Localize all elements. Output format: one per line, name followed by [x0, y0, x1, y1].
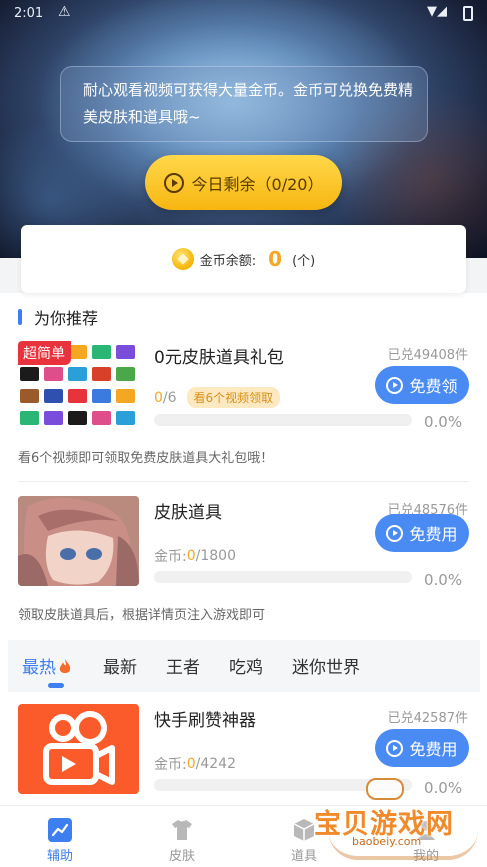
- progress-bar: [154, 571, 412, 583]
- play-icon: [386, 739, 404, 757]
- app-tile: [44, 389, 63, 403]
- anime-character-image: [18, 496, 139, 586]
- divider: [18, 481, 469, 482]
- warning-icon: ⚠: [58, 4, 71, 20]
- watch-video-label: 今日剩余（0/20）: [191, 174, 324, 194]
- hero-banner: 2:01 ⚠ ▼◢ 耐心观看视频可获得大量金币。金币可兑换免费精美皮肤和道具哦~…: [0, 0, 487, 258]
- item-description: 领取皮肤道具后，根据详情页注入游戏即可: [18, 608, 266, 623]
- nav-mine[interactable]: 我的: [386, 814, 466, 864]
- nav-skin-label: 皮肤: [168, 849, 195, 864]
- active-tab-indicator: [48, 683, 64, 688]
- tab-mini-world[interactable]: 迷你世界: [292, 653, 360, 678]
- cube-icon: [292, 818, 316, 842]
- progress-meta: 0 /6 看6个视频领取: [154, 387, 281, 408]
- app-tile: [20, 411, 39, 425]
- claim-free-button[interactable]: 免费领: [375, 366, 469, 404]
- app-tile: [92, 389, 111, 403]
- user-icon: [414, 818, 438, 842]
- gift-pack-thumbnail: 超简单: [18, 341, 139, 431]
- progress-percent: 0.0%: [424, 413, 463, 431]
- tab-honor-of-kings[interactable]: 王者: [166, 653, 200, 678]
- app-tile: [20, 367, 39, 381]
- app-tile: [92, 367, 111, 381]
- item-description: 看6个视频即可领取免费皮肤道具大礼包哦！: [18, 451, 274, 466]
- section-title: 为你推荐: [18, 305, 98, 329]
- app-tile: [20, 389, 39, 403]
- use-free-button[interactable]: 免费用: [375, 729, 469, 767]
- chart-icon: [48, 818, 72, 842]
- app-tile: [44, 367, 63, 381]
- progress-percent: 0.0%: [424, 571, 463, 589]
- redeemed-count: 已兑42587件: [387, 711, 468, 726]
- use-free-label: 免费用: [409, 525, 458, 544]
- balance-amount: 0: [268, 247, 283, 271]
- item-title: 0元皮肤道具礼包: [154, 348, 284, 368]
- app-tile: [92, 411, 111, 425]
- kuaishou-thumbnail: [18, 704, 139, 794]
- item-title: 皮肤道具: [154, 503, 222, 523]
- app-tile: [68, 367, 87, 381]
- category-tabs: 最热 最新 王者 吃鸡 迷你世界: [8, 640, 480, 692]
- fire-icon: [59, 659, 71, 673]
- section-title-text: 为你推荐: [34, 309, 99, 328]
- play-icon: [386, 524, 404, 542]
- progress-total: /4242: [195, 756, 236, 772]
- progress-meta: 金币: 0 /4242: [154, 754, 236, 774]
- coin-label: 金币:: [154, 549, 187, 565]
- app-tile: [116, 345, 135, 359]
- progress-current: 0: [186, 756, 196, 772]
- balance-unit: (个): [292, 253, 316, 269]
- app-tile: [44, 411, 63, 425]
- watch-tag: 看6个视频领取: [186, 387, 281, 408]
- skin-thumbnail: [18, 496, 139, 586]
- app-tile: [116, 367, 135, 381]
- progress-percent: 0.0%: [424, 779, 463, 797]
- progress-bar: [154, 414, 412, 426]
- easy-badge: 超简单: [18, 341, 71, 365]
- tab-newest[interactable]: 最新: [103, 653, 137, 678]
- app-tile: [92, 345, 111, 359]
- progress-total: /1800: [195, 548, 236, 564]
- app-tile: [116, 411, 135, 425]
- progress-meta: 金币: 0 /1800: [154, 546, 236, 566]
- progress-bar: [154, 779, 412, 791]
- item-title: 快手刷赞神器: [154, 711, 256, 731]
- use-free-label: 免费用: [409, 740, 458, 759]
- app-tile: [68, 389, 87, 403]
- nav-items-label: 道具: [290, 849, 317, 864]
- play-icon: [386, 376, 404, 394]
- coin-icon: [171, 248, 194, 270]
- play-icon: [163, 172, 184, 193]
- tab-pubg[interactable]: 吃鸡: [229, 653, 263, 678]
- nav-skin[interactable]: 皮肤: [142, 814, 222, 864]
- battery-icon: [463, 6, 473, 21]
- balance-label: 金币余额:: [199, 253, 257, 269]
- kuaishou-logo: [18, 704, 139, 794]
- status-bar: 2:01 ⚠ ▼◢: [0, 0, 487, 28]
- progress-current: 0: [154, 389, 163, 406]
- coin-balance-card: 金币余额: 0 (个): [21, 225, 466, 293]
- app-tile: [116, 389, 135, 403]
- signal-icon: ▼◢: [427, 4, 447, 19]
- main-content: 为你推荐 超简单 0元皮肤道具礼包 已兑49408件 免费领 0 /6 看6个视…: [0, 293, 487, 805]
- nav-assist[interactable]: 辅助: [20, 814, 100, 864]
- progress-total: /6: [162, 389, 177, 406]
- section-title-bar: [18, 309, 22, 325]
- nav-items[interactable]: 道具: [264, 814, 344, 864]
- redeemed-count: 已兑49408件: [387, 348, 468, 363]
- claim-free-label: 免费领: [409, 377, 458, 396]
- nav-mine-label: 我的: [412, 849, 439, 864]
- watch-video-button[interactable]: 今日剩余（0/20）: [145, 155, 342, 210]
- use-free-button[interactable]: 免费用: [375, 514, 469, 552]
- shirt-icon: [170, 818, 194, 842]
- status-time: 2:01: [14, 6, 44, 21]
- tab-hot[interactable]: 最热: [22, 653, 72, 678]
- progress-current: 0: [186, 548, 196, 564]
- reward-notice: 耐心观看视频可获得大量金币。金币可兑换免费精美皮肤和道具哦~: [60, 66, 428, 142]
- app-tile: [68, 411, 87, 425]
- nav-assist-label: 辅助: [46, 849, 73, 864]
- coin-label: 金币:: [154, 757, 187, 773]
- bottom-nav: 辅助 皮肤 道具 我的: [0, 805, 487, 867]
- tab-hot-label: 最热: [22, 658, 56, 678]
